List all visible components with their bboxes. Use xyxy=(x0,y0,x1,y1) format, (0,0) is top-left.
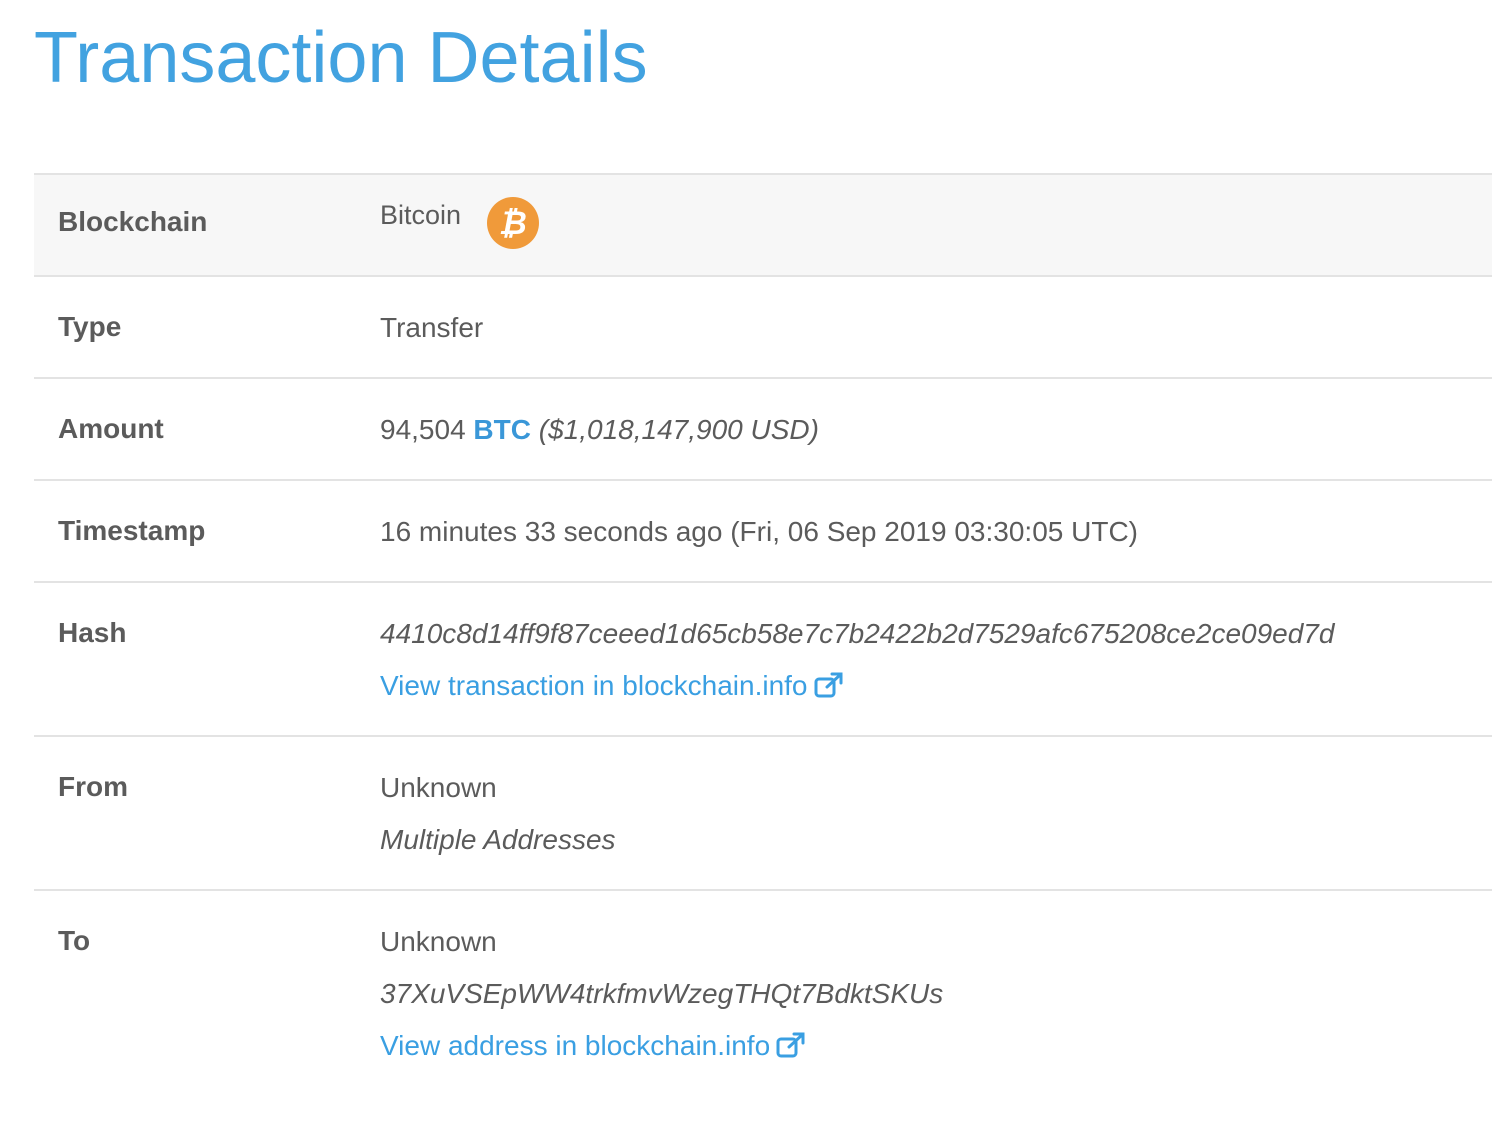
to-value-wrap: Unknown 37XuVSEpWW4trkfmvWzegTHQt7BdktSK… xyxy=(380,916,943,1072)
row-from: From Unknown Multiple Addresses xyxy=(34,737,1492,891)
row-amount: Amount 94,504 BTC ($1,018,147,900 USD) xyxy=(34,379,1492,481)
row-to: To Unknown 37XuVSEpWW4trkfmvWzegTHQt7Bdk… xyxy=(34,891,1492,1099)
bitcoin-icon: ₿ xyxy=(486,196,539,249)
row-timestamp: Timestamp 16 minutes 33 seconds ago (Fri… xyxy=(34,481,1492,583)
amount-quantity: 94,504 xyxy=(380,414,466,445)
row-hash: Hash 4410c8d14ff9f87ceeed1d65cb58e7c7b24… xyxy=(34,583,1492,737)
timestamp-value: 16 minutes 33 seconds ago (Fri, 06 Sep 2… xyxy=(380,516,1138,547)
hash-label: Hash xyxy=(58,617,127,648)
from-label: From xyxy=(58,771,128,802)
amount-symbol: BTC xyxy=(473,414,531,445)
amount-label: Amount xyxy=(58,413,164,444)
view-transaction-link-text: View transaction in blockchain.info xyxy=(380,670,808,701)
hash-value-wrap: 4410c8d14ff9f87ceeed1d65cb58e7c7b2422b2d… xyxy=(380,608,1334,712)
from-value-wrap: Unknown Multiple Addresses xyxy=(380,762,616,866)
type-value-wrap: Transfer xyxy=(380,302,483,354)
to-owner: Unknown xyxy=(380,926,497,957)
amount-usd: ($1,018,147,900 USD) xyxy=(538,414,819,445)
view-transaction-link[interactable]: View transaction in blockchain.info xyxy=(380,660,1334,712)
type-label: Type xyxy=(58,311,122,342)
row-type: Type Transfer xyxy=(34,277,1492,379)
from-address: Multiple Addresses xyxy=(380,824,616,855)
row-blockchain: Blockchain Bitcoin ₿ xyxy=(34,175,1492,277)
timestamp-value-wrap: 16 minutes 33 seconds ago (Fri, 06 Sep 2… xyxy=(380,506,1138,558)
view-address-link[interactable]: View address in blockchain.info xyxy=(380,1020,943,1072)
to-label: To xyxy=(58,925,91,956)
to-address: 37XuVSEpWW4trkfmvWzegTHQt7BdktSKUs xyxy=(380,978,944,1009)
page-title: Transaction Details xyxy=(34,18,648,98)
from-owner: Unknown xyxy=(380,772,497,803)
view-address-link-text: View address in blockchain.info xyxy=(380,1030,771,1061)
transaction-details-table: Blockchain Bitcoin ₿ Type Transfer Amoun… xyxy=(34,173,1492,1099)
hash-value: 4410c8d14ff9f87ceeed1d65cb58e7c7b2422b2d… xyxy=(380,618,1335,649)
external-link-icon xyxy=(776,1023,806,1075)
external-link-icon xyxy=(814,663,844,715)
amount-value-wrap: 94,504 BTC ($1,018,147,900 USD) xyxy=(380,404,819,456)
blockchain-label: Blockchain xyxy=(58,206,208,237)
timestamp-label: Timestamp xyxy=(58,515,206,546)
type-value: Transfer xyxy=(380,312,484,343)
blockchain-value-wrap: Bitcoin ₿ xyxy=(380,195,539,249)
blockchain-value: Bitcoin xyxy=(380,200,462,230)
